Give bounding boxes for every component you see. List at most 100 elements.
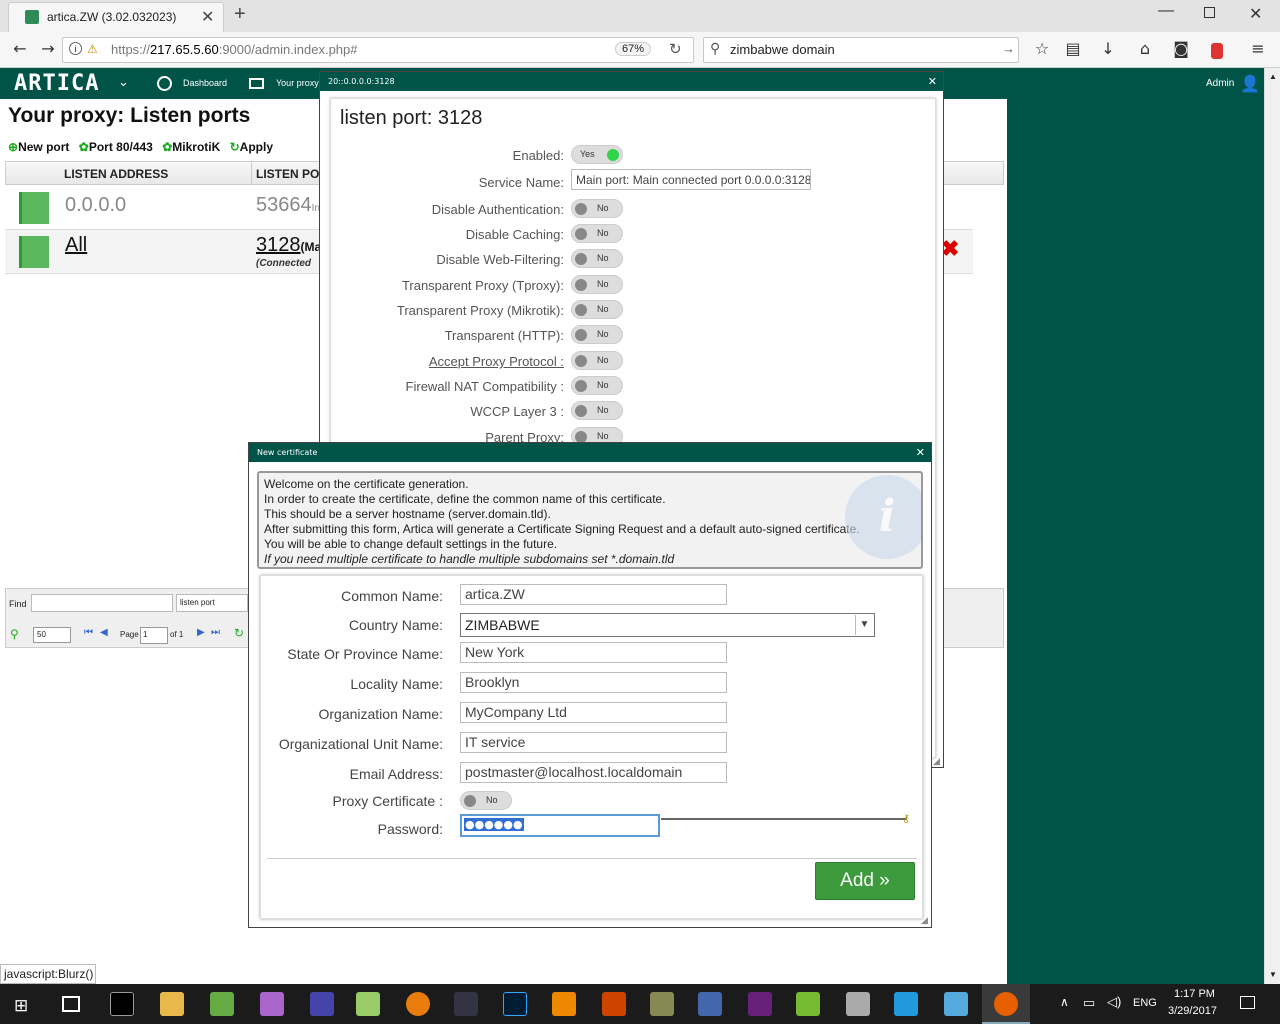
search-box[interactable]: ⚲ zimbabwe domain →: [703, 37, 1019, 63]
user-name[interactable]: Admin: [1206, 78, 1234, 89]
back-icon[interactable]: ←: [9, 38, 31, 60]
mikrotik-toggle[interactable]: No: [571, 300, 623, 319]
org-unit-input[interactable]: IT service: [460, 732, 727, 753]
scroll-up-icon[interactable]: ▲: [1269, 72, 1277, 81]
visual-studio-icon[interactable]: [748, 992, 772, 1016]
firefox-icon[interactable]: [994, 992, 1018, 1016]
nav-dashboard[interactable]: Dashboard: [183, 78, 227, 88]
reload-icon[interactable]: ↻: [669, 40, 682, 58]
extension-icon[interactable]: [1211, 43, 1223, 59]
app-icon[interactable]: [796, 992, 820, 1016]
add-button[interactable]: Add »: [815, 862, 915, 900]
close-window-icon[interactable]: ✕: [1249, 4, 1262, 23]
search-icon[interactable]: ⚲: [10, 627, 19, 641]
refresh-icon[interactable]: ↻: [234, 626, 244, 640]
password-input[interactable]: ●●●●●●: [460, 814, 660, 837]
file-explorer-icon[interactable]: [160, 992, 184, 1016]
email-input[interactable]: postmaster@localhost.localdomain: [460, 762, 727, 783]
apply-button[interactable]: ↻Apply: [230, 140, 273, 154]
minimize-icon[interactable]: —: [1158, 2, 1174, 20]
organization-input[interactable]: MyCompany Ltd: [460, 702, 727, 723]
pocket-icon[interactable]: ◙: [1170, 38, 1192, 60]
volume-icon[interactable]: ◁): [1107, 994, 1121, 1010]
service-name-input[interactable]: Main port: Main connected port 0.0.0.0:3…: [571, 169, 811, 190]
next-page-icon[interactable]: ▶: [197, 627, 205, 638]
port-80-443-button[interactable]: ✿Port 80/443: [79, 140, 153, 154]
start-icon[interactable]: ⊞: [14, 996, 28, 1016]
new-port-button[interactable]: ⊕New port: [8, 140, 69, 154]
app-icon[interactable]: [552, 992, 576, 1016]
locality-input[interactable]: Brooklyn: [460, 672, 727, 693]
resize-handle-icon[interactable]: ◢: [921, 915, 928, 926]
disable-authentication-toggle[interactable]: No: [571, 199, 623, 218]
home-icon[interactable]: ⌂: [1134, 38, 1156, 60]
reading-list-icon[interactable]: ▤: [1062, 38, 1084, 60]
app-icon[interactable]: [260, 992, 284, 1016]
find-field-select[interactable]: listen port: [176, 594, 248, 612]
listen-address[interactable]: 0.0.0.0: [65, 194, 126, 217]
common-name-input[interactable]: artica.ZW: [460, 584, 727, 605]
page-scrollbar[interactable]: ▲ ▼: [1264, 68, 1280, 984]
app-icon[interactable]: [944, 992, 968, 1016]
disable-caching-toggle[interactable]: No: [571, 224, 623, 243]
transparent-http-toggle[interactable]: No: [571, 325, 623, 344]
user-icon[interactable]: 👤: [1240, 74, 1260, 94]
restore-icon[interactable]: [1204, 7, 1215, 18]
app-icon[interactable]: [894, 992, 918, 1016]
nav-your-proxy[interactable]: Your proxy: [276, 78, 319, 88]
prev-page-icon[interactable]: ◀: [100, 627, 108, 638]
app-icon[interactable]: [650, 992, 674, 1016]
search-input[interactable]: zimbabwe domain: [730, 42, 835, 57]
scroll-down-icon[interactable]: ▼: [1269, 970, 1277, 979]
network-tray-icon[interactable]: ▭: [1083, 995, 1095, 1011]
app-icon[interactable]: [602, 992, 626, 1016]
language-indicator[interactable]: ENG: [1133, 997, 1157, 1009]
bookmark-star-icon[interactable]: ☆: [1031, 38, 1053, 60]
firewall-nat-toggle[interactable]: No: [571, 376, 623, 395]
forward-icon[interactable]: →: [37, 38, 59, 60]
close-icon[interactable]: ✕: [928, 72, 937, 91]
page-input[interactable]: 1: [140, 627, 168, 644]
column-listen-address[interactable]: LISTEN ADDRESS: [64, 167, 168, 181]
notification-icon[interactable]: [1240, 996, 1255, 1009]
last-page-icon[interactable]: ⏭: [211, 627, 220, 638]
disable-web-filtering-toggle[interactable]: No: [571, 249, 623, 268]
app-icon[interactable]: [356, 992, 380, 1016]
app-icon[interactable]: [210, 992, 234, 1016]
enabled-toggle[interactable]: Yes: [571, 145, 623, 164]
terminal-icon[interactable]: [110, 992, 134, 1016]
clock-date[interactable]: 3/29/2017: [1168, 1005, 1217, 1017]
resize-handle-icon[interactable]: ◢: [933, 756, 940, 767]
dialog-title-bar[interactable]: 20::0.0.0.0:3128 ✕: [320, 72, 943, 91]
tproxy-toggle[interactable]: No: [571, 275, 623, 294]
photoshop-icon[interactable]: [503, 992, 527, 1016]
close-tab-icon[interactable]: ✕: [201, 7, 214, 26]
clock-time[interactable]: 1:17 PM: [1174, 988, 1215, 1000]
zoom-level[interactable]: 67%: [615, 42, 652, 56]
browser-tab[interactable]: artica.ZW (3.02.032023) ✕: [8, 2, 224, 32]
download-icon[interactable]: ↓: [1097, 38, 1119, 60]
country-select[interactable]: ZIMBABWE ▼: [460, 613, 875, 637]
chevron-down-icon[interactable]: ⌄: [118, 74, 129, 90]
artica-logo[interactable]: ARTICA: [14, 71, 99, 96]
proxy-certificate-toggle[interactable]: No: [460, 791, 512, 810]
per-page-select[interactable]: 50: [33, 627, 71, 643]
tray-chevron-icon[interactable]: ∧: [1060, 995, 1069, 1009]
menu-icon[interactable]: ≡: [1247, 38, 1269, 60]
search-go-icon[interactable]: →: [1002, 41, 1015, 56]
find-input[interactable]: [31, 594, 173, 612]
new-tab-icon[interactable]: +: [234, 3, 246, 26]
url-bar[interactable]: i ⚠ https://217.65.5.60:9000/admin.index…: [62, 37, 694, 63]
column-listen-port[interactable]: LISTEN POI: [256, 167, 323, 181]
state-input[interactable]: New York: [460, 642, 727, 663]
blender-icon[interactable]: [406, 992, 430, 1016]
task-view-icon[interactable]: [62, 996, 80, 1012]
app-icon[interactable]: [454, 992, 478, 1016]
app-icon[interactable]: [310, 992, 334, 1016]
wccp-layer3-toggle[interactable]: No: [571, 401, 623, 420]
accept-proxy-protocol-toggle[interactable]: No: [571, 351, 623, 370]
mikrotik-button[interactable]: ✿MikrotiK: [162, 140, 220, 154]
listen-address[interactable]: All: [65, 234, 87, 257]
dialog-title-bar[interactable]: New certificate ✕: [249, 443, 931, 462]
close-icon[interactable]: ✕: [916, 443, 925, 462]
